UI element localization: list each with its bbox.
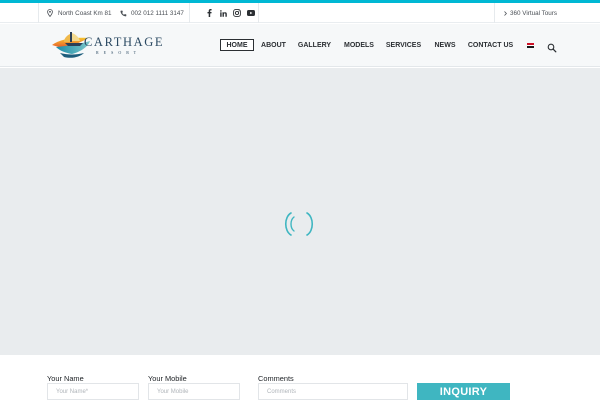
name-label: Your Name <box>47 374 84 383</box>
logo-title: CARTHAGE <box>84 35 165 49</box>
facebook-icon[interactable] <box>205 9 213 17</box>
location-text: North Coast Km 81 <box>58 9 112 17</box>
location-info: North Coast Km 81 <box>47 3 112 23</box>
loading-spinner-icon <box>282 211 316 237</box>
nav-news[interactable]: NEWS <box>434 39 456 51</box>
mobile-label: Your Mobile <box>148 374 187 383</box>
name-field[interactable]: Your Name* <box>47 383 139 400</box>
chevron-right-icon <box>504 10 507 16</box>
nav-services[interactable]: SERVICES <box>386 39 421 51</box>
divider <box>189 3 190 23</box>
logo-subtitle: RESORT <box>96 50 142 55</box>
phone-icon <box>120 10 127 17</box>
nav-models[interactable]: MODELS <box>344 39 374 51</box>
nav-contact-us[interactable]: CONTACT US <box>468 39 513 51</box>
linkedin-icon[interactable] <box>219 9 227 17</box>
virtual-tours-text: 360 Virtual Tours <box>510 9 558 17</box>
comments-label: Comments <box>258 374 294 383</box>
inquiry-button[interactable]: INQUIRY <box>417 383 510 400</box>
nav-home[interactable]: HOME <box>220 39 254 51</box>
phone-info[interactable]: 002 012 1111 3147 <box>120 3 184 23</box>
main-header: CARTHAGE RESORT HOME ABOUT GALLERY MODEL… <box>0 24 600 67</box>
virtual-tours-link[interactable]: 360 Virtual Tours <box>504 3 557 23</box>
divider <box>494 3 495 23</box>
divider <box>258 3 259 23</box>
mobile-field[interactable]: Your Mobile <box>148 383 240 400</box>
egypt-flag-icon[interactable] <box>527 43 534 48</box>
search-icon[interactable] <box>547 40 557 53</box>
instagram-icon[interactable] <box>233 9 241 17</box>
social-links <box>205 3 255 23</box>
top-info-bar: North Coast Km 81 002 012 1111 3147 360 … <box>0 3 600 23</box>
nav-gallery[interactable]: GALLERY <box>298 39 331 51</box>
youtube-icon[interactable] <box>247 9 255 17</box>
divider <box>38 3 39 23</box>
phone-text: 002 012 1111 3147 <box>131 9 184 17</box>
map-pin-icon <box>47 9 53 17</box>
comments-field[interactable]: Comments <box>258 383 408 400</box>
nav-about[interactable]: ABOUT <box>261 39 286 51</box>
